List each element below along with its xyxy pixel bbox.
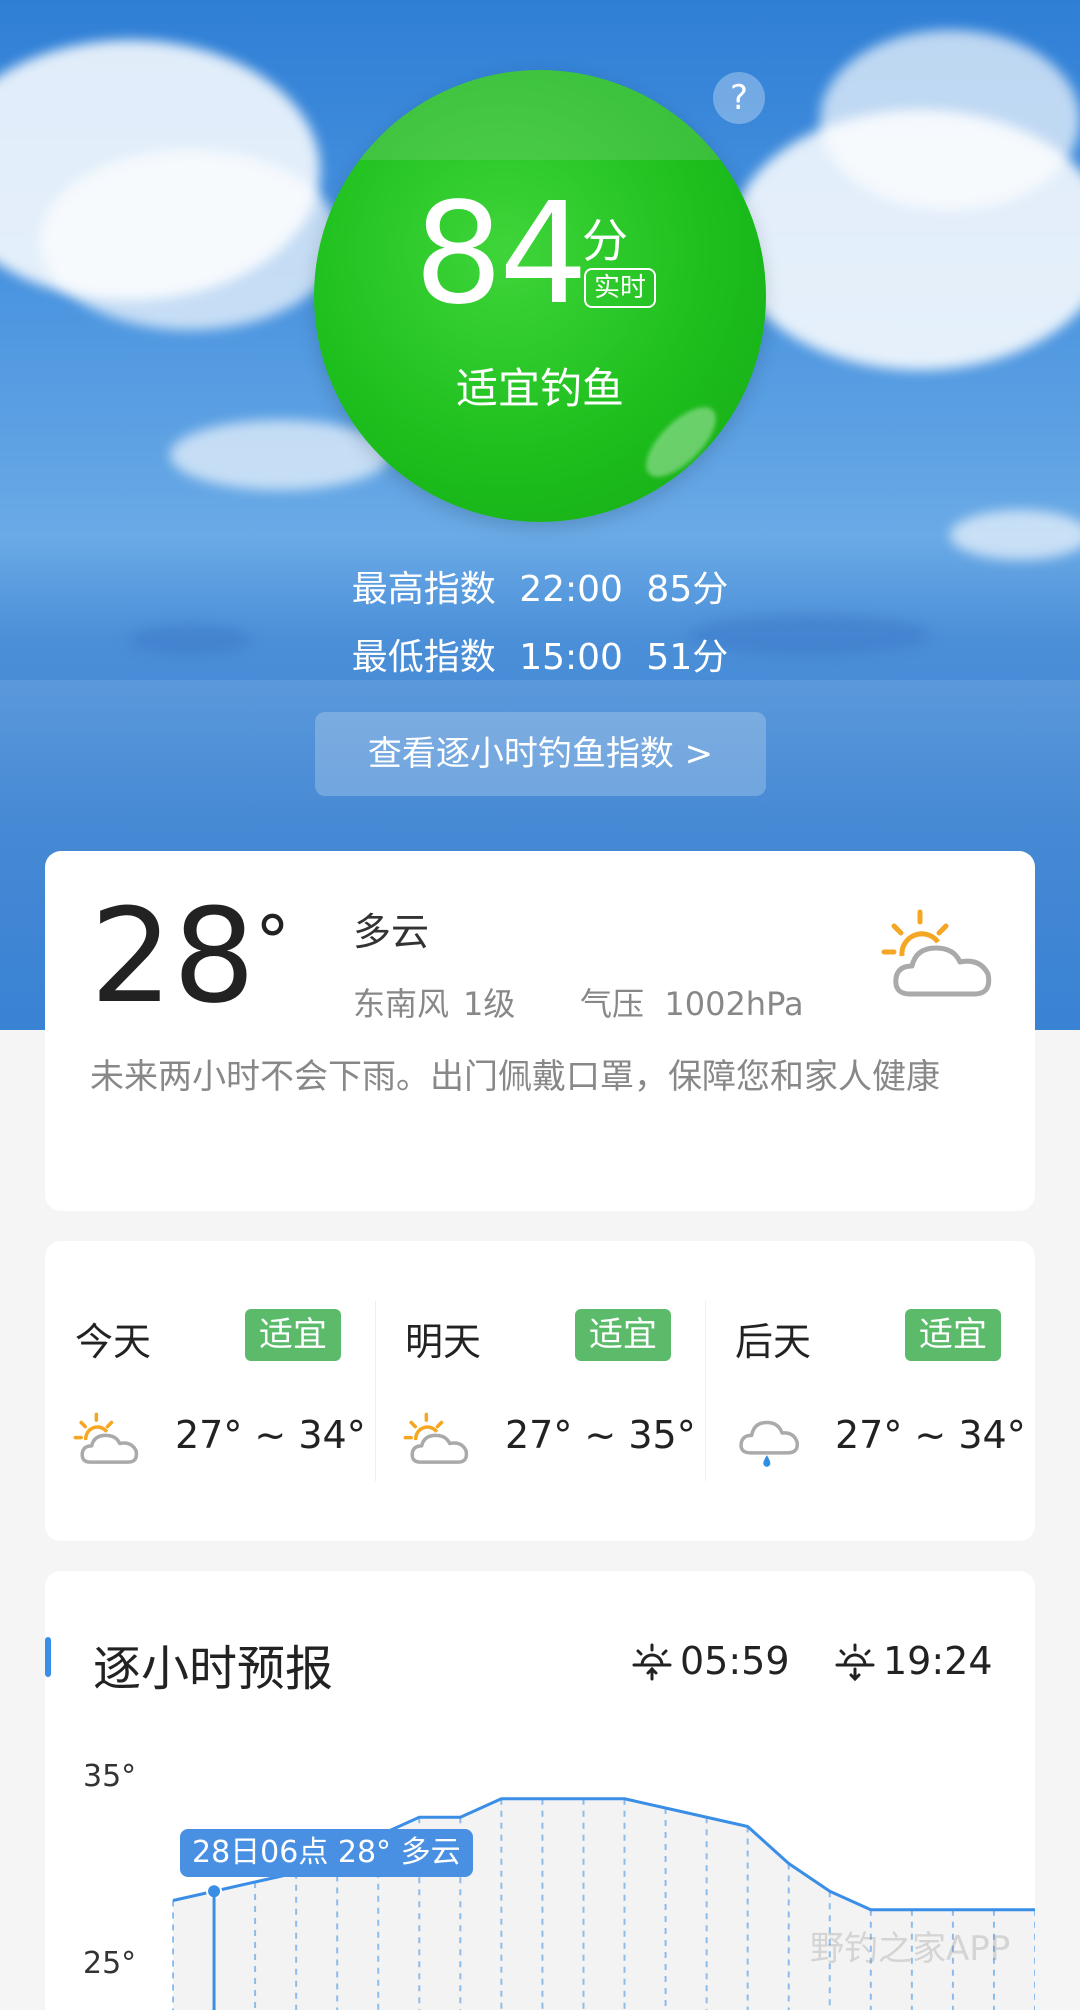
partly-cloudy-icon <box>403 1412 469 1464</box>
degree-symbol: ° <box>255 901 290 983</box>
hourly-forecast-card: 逐小时预报 05:59 19:24 35° 25° 28日06点 28° 多云 … <box>45 1571 1035 2010</box>
highest-index-time: 22:00 <box>519 569 623 610</box>
partly-cloudy-icon <box>73 1412 139 1464</box>
lowest-index-time: 15:00 <box>519 637 623 678</box>
score-value: 84 <box>414 173 588 336</box>
forecast-day-label: 明天 <box>405 1320 482 1364</box>
forecast-day-label: 今天 <box>75 1320 152 1364</box>
forecast-tomorrow[interactable]: 明天 适宜 27° ~ 35° <box>375 1241 705 1541</box>
partly-cloudy-icon <box>881 909 992 997</box>
forecast-temp-range: 27° ~ 34° <box>175 1413 366 1457</box>
pressure-label: 气压 <box>580 985 645 1023</box>
forecast-today[interactable]: 今天 适宜 27° ~ 34° <box>45 1241 375 1541</box>
forecast-card: 今天 适宜 27° ~ 34° 明天 适宜 27° ~ 35° 后天 适宜 27… <box>45 1241 1035 1541</box>
suitability-badge: 适宜 <box>245 1309 341 1361</box>
score-description: 适宜钓鱼 <box>455 364 624 413</box>
suitability-badge: 适宜 <box>905 1309 1001 1361</box>
highest-index: 最高指数 22:00 85分 <box>0 560 1080 612</box>
suitability-badge: 适宜 <box>575 1309 671 1361</box>
wind-level: 1级 <box>463 985 516 1023</box>
highest-index-label: 最高指数 <box>351 569 496 610</box>
weather-tip: 未来两小时不会下雨。出门佩戴口罩，保障您和家人健康 <box>90 1057 940 1097</box>
current-condition: 多云 <box>353 910 430 954</box>
wind-direction: 东南风 <box>353 985 450 1023</box>
lowest-index: 最低指数 15:00 51分 <box>0 628 1080 680</box>
lowest-index-score: 51分 <box>646 637 729 678</box>
cloud <box>40 150 340 330</box>
realtime-tag: 实时 <box>584 268 657 308</box>
wind-info: 东南风 1级 <box>353 979 529 1025</box>
watermark: 野钓之家APP <box>810 1929 1011 1969</box>
forecast-day-label: 后天 <box>735 1320 812 1364</box>
lowest-index-label: 最低指数 <box>351 637 496 678</box>
fishing-score-ball[interactable]: 84 分 实时 适宜钓鱼 <box>314 70 766 522</box>
forecast-day-after[interactable]: 后天 适宜 27° ~ 34° <box>705 1241 1035 1541</box>
cloud <box>950 510 1080 560</box>
pressure-info: 气压 1002hPa <box>580 979 804 1025</box>
highest-index-score: 85分 <box>646 569 729 610</box>
forecast-temp-range: 27° ~ 34° <box>835 1413 1026 1457</box>
cloud <box>820 30 1080 210</box>
cloud <box>170 420 390 490</box>
ball-cap <box>314 70 766 160</box>
forecast-temp-range: 27° ~ 35° <box>505 1413 696 1457</box>
current-temperature: 28 <box>90 880 256 1032</box>
hourly-index-button[interactable]: 查看逐小时钓鱼指数 > <box>315 712 766 796</box>
pressure-value: 1002hPa <box>664 985 804 1023</box>
current-weather-card: 28 ° 多云 东南风 1级 气压 1002hPa 未来两小时不会下雨。出门佩戴口… <box>45 851 1035 1211</box>
score-unit: 分 <box>582 214 628 268</box>
rain-cloud-icon <box>739 1420 800 1467</box>
chart-tooltip: 28日06点 28° 多云 <box>180 1829 473 1877</box>
